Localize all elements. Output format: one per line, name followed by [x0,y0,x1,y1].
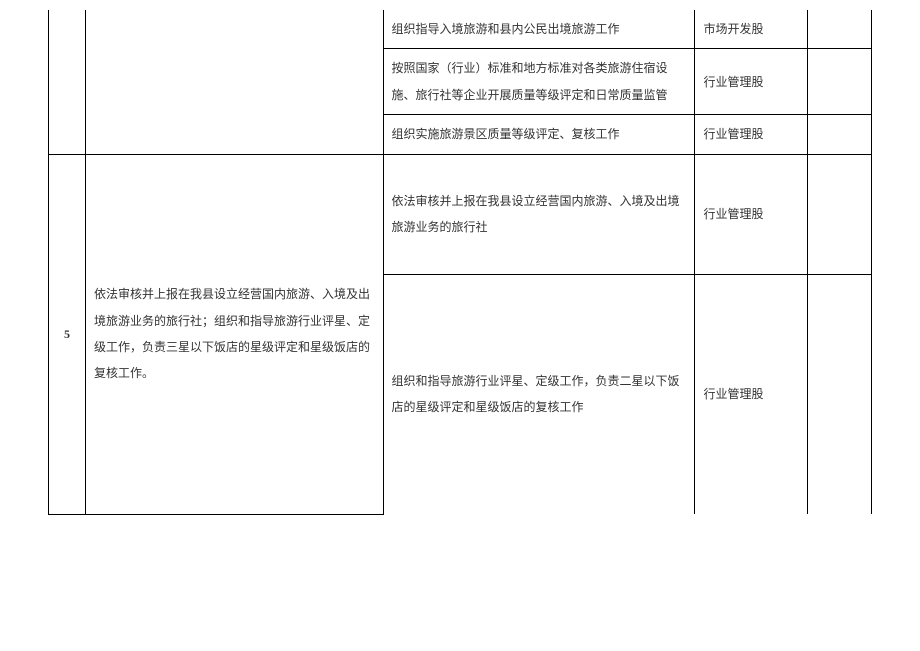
cell-detail: 按照国家（行业）标准和地方标准对各类旅游住宿设施、旅行社等企业开展质量等级评定和… [383,49,695,115]
cell-desc-empty [85,10,383,154]
cell-last-empty [808,10,872,49]
cell-num: 5 [49,154,86,514]
cell-desc: 依法审核并上报在我县设立经营国内旅游、入境及出境旅游业务的旅行社；组织和指导旅游… [85,154,383,514]
table-row: 组织指导入境旅游和县内公民出境旅游工作 市场开发股 [49,10,872,49]
table-row: 5 依法审核并上报在我县设立经营国内旅游、入境及出境旅游业务的旅行社；组织和指导… [49,154,872,274]
cell-detail: 组织实施旅游景区质量等级评定、复核工作 [383,115,695,154]
cell-last-empty [808,115,872,154]
document-page: 组织指导入境旅游和县内公民出境旅游工作 市场开发股 按照国家（行业）标准和地方标… [0,0,920,651]
cell-last-empty [808,49,872,115]
cell-dept: 行业管理股 [695,49,808,115]
cell-dept: 行业管理股 [695,274,808,514]
cell-last-empty [808,154,872,274]
cell-detail: 依法审核并上报在我县设立经营国内旅游、入境及出境旅游业务的旅行社 [383,154,695,274]
cell-detail: 组织和指导旅游行业评星、定级工作，负责二星以下饭店的星级评定和星级饭店的复核工作 [383,274,695,514]
cell-num-empty [49,10,86,154]
cell-dept: 行业管理股 [695,154,808,274]
responsibility-table: 组织指导入境旅游和县内公民出境旅游工作 市场开发股 按照国家（行业）标准和地方标… [48,10,872,515]
cell-dept: 行业管理股 [695,115,808,154]
cell-detail: 组织指导入境旅游和县内公民出境旅游工作 [383,10,695,49]
cell-dept: 市场开发股 [695,10,808,49]
cell-last-empty [808,274,872,514]
